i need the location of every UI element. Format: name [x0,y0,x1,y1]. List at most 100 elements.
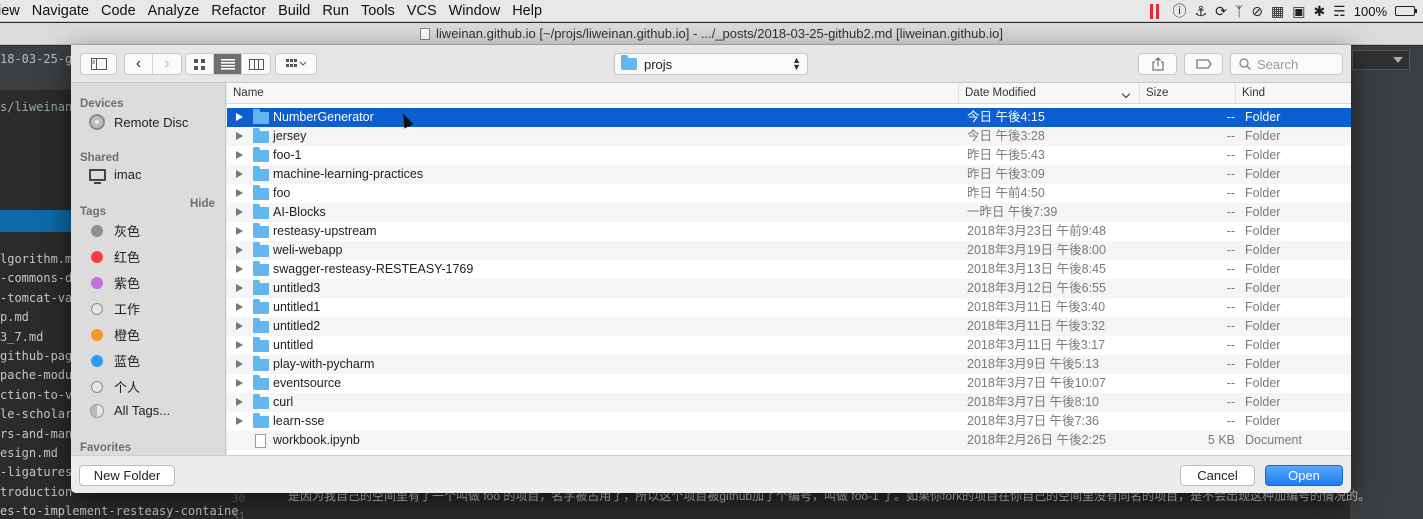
file-row[interactable]: NumberGenerator 今日 午後4:15 -- Folder [227,108,1351,127]
sidebar-item-imac[interactable]: imac [88,167,141,184]
search-field[interactable] [1230,53,1343,75]
wifi-icon[interactable]: ☴ [1333,0,1346,22]
share-button[interactable] [1138,53,1177,75]
disclosure-triangle-icon[interactable] [236,265,243,273]
file-row[interactable]: resteasy-upstream 2018年3月23日 午前9:48 -- Fold… [227,222,1351,241]
menu-item[interactable]: Tools [355,0,401,22]
menu-item[interactable]: Refactor [205,0,272,22]
column-date-header[interactable]: Date Modified [958,83,1139,104]
sidebar-tag-item[interactable]: 紫色 [88,273,140,292]
disclosure-triangle-icon[interactable] [236,132,243,140]
file-row[interactable]: untitled 2018年3月11日 午後3:17 -- Folder [227,336,1351,355]
file-kind: Folder [1245,186,1281,200]
edit-tags-button[interactable] [1184,53,1223,75]
disclosure-triangle-icon[interactable] [236,113,243,121]
ide-project-file[interactable]: es-to-implement-resteasy-containe [0,502,238,519]
menu-item[interactable]: Analyze [142,0,206,22]
open-button[interactable]: Open [1265,465,1343,486]
pause-indicator-icon[interactable] [1149,3,1159,19]
column-name-header[interactable]: Name [227,83,958,104]
sidebar-tag-item[interactable]: 个人 [88,377,140,396]
sidebar-all-tags[interactable]: All Tags... [88,403,170,418]
menu-item[interactable]: Help [506,0,548,22]
storage-icon[interactable]: ▣ [1292,0,1305,22]
file-row[interactable]: swagger-resteasy-RESTEASY-1769 2018年3月13日… [227,260,1351,279]
new-folder-button[interactable]: New Folder [79,465,175,486]
document-shape [255,434,266,448]
menu-item[interactable]: Run [316,0,355,22]
file-size: -- [1226,300,1235,314]
sync-icon[interactable]: ⟳ [1215,0,1227,22]
no-entry-icon[interactable]: ⊘ [1251,0,1263,22]
back-button[interactable]: ‹ [125,54,153,74]
sidebar-tag-item[interactable]: 工作 [88,299,140,318]
disclosure-triangle-icon[interactable] [236,208,243,216]
file-row[interactable]: foo-1 昨日 午後5:43 -- Folder [227,146,1351,165]
file-name: untitled2 [273,319,321,333]
disclosure-triangle-icon[interactable] [236,341,243,349]
disclosure-triangle-icon[interactable] [236,189,243,197]
file-row[interactable]: AI-Blocks 一昨日 午後7:39 -- Folder [227,203,1351,222]
battery-icon[interactable] [1395,6,1417,16]
file-row[interactable]: eventsource 2018年3月7日 午後10:07 -- Folder [227,374,1351,393]
disclosure-triangle-icon[interactable] [236,170,243,178]
menu-item[interactable]: Build [272,0,316,22]
column-date-label: Date Modified [965,87,1036,99]
disclosure-triangle-icon[interactable] [236,227,243,235]
file-row[interactable]: learn-sse 2018年3月7日 午後7:36 -- Folder [227,412,1351,431]
menu-item[interactable]: Navigate [26,0,95,22]
file-row[interactable]: foo 昨日 午前4:50 -- Folder [227,184,1351,203]
menu-item[interactable]: iew [0,0,26,22]
list-view-button[interactable] [214,54,242,74]
disclosure-triangle-icon[interactable] [236,379,243,387]
file-row[interactable]: untitled3 2018年3月12日 午後6:55 -- Folder [227,279,1351,298]
sidebar-tag-item[interactable]: 蓝色 [88,351,140,370]
forward-button[interactable]: › [153,54,181,74]
hide-tags-link[interactable]: Hide [190,198,215,210]
sidebar-item-remote-disc[interactable]: Remote Disc [88,114,188,130]
disclosure-triangle-icon[interactable] [236,246,243,254]
file-date-modified: 2018年3月13日 午後8:45 [967,262,1106,276]
sidebar-tag-item[interactable]: 橙色 [88,325,140,344]
sidebar-tag-item[interactable]: 红色 [88,247,140,266]
column-kind-header[interactable]: Kind [1235,83,1351,104]
disclosure-triangle-icon[interactable] [236,284,243,292]
column-size-header[interactable]: Size [1139,83,1235,104]
sidebar-toggle-button[interactable] [80,53,117,75]
file-row[interactable]: curl 2018年3月7日 午後8:10 -- Folder [227,393,1351,412]
file-date-modified: 2018年3月19日 午後8:00 [967,243,1106,257]
disclosure-triangle-icon[interactable] [236,151,243,159]
ide-selected-file[interactable] [0,210,72,232]
file-name: play-with-pycharm [273,357,375,371]
search-input[interactable] [1257,56,1337,72]
alert-icon[interactable]: ⓘ [1173,0,1187,22]
disclosure-triangle-icon[interactable] [236,398,243,406]
ide-run-config-dropdown[interactable] [1352,50,1410,70]
file-row[interactable]: untitled1 2018年3月11日 午後3:40 -- Folder [227,298,1351,317]
cancel-button[interactable]: Cancel [1180,465,1255,486]
disclosure-triangle-icon[interactable] [236,360,243,368]
file-row[interactable]: jersey 今日 午後3:28 -- Folder [227,127,1351,146]
icon-view-button[interactable] [186,54,214,74]
disclosure-triangle-icon[interactable] [236,303,243,311]
menu-item[interactable]: Window [443,0,507,22]
menu-item[interactable]: VCS [401,0,443,22]
menu-item[interactable]: Code [95,0,142,22]
bluetooth-icon[interactable]: ✱ [1313,0,1325,22]
disclosure-triangle-icon[interactable] [236,417,243,425]
file-row[interactable]: untitled2 2018年3月11日 午後3:32 -- Folder [227,317,1351,336]
group-by-button[interactable] [275,53,317,75]
file-row[interactable]: play-with-pycharm 2018年3月9日 午後5:13 -- Folde… [227,355,1351,374]
file-row[interactable]: workbook.ipynb 2018年2月26日 午後2:25 5 KB Docum… [227,431,1351,450]
file-row[interactable]: weli-webapp 2018年3月19日 午後8:00 -- Folder [227,241,1351,260]
file-row[interactable]: machine-learning-practices 昨日 午後3:09 -- Fol… [227,165,1351,184]
column-view-button[interactable] [242,54,270,74]
menu-bar: iew Navigate Code Analyze Refactor Build Run To… [0,0,1423,22]
building-icon[interactable]: ▦ [1271,0,1284,22]
file-date-modified: 2018年3月11日 午後3:32 [967,319,1106,333]
docker-icon[interactable]: ⚓ [1195,0,1208,22]
location-popup[interactable]: projs ▲ ▼ [614,53,808,75]
sidebar-tag-item[interactable]: 灰色 [88,221,140,240]
branch-icon[interactable]: ᛉ [1235,0,1243,22]
disclosure-triangle-icon[interactable] [236,322,243,330]
